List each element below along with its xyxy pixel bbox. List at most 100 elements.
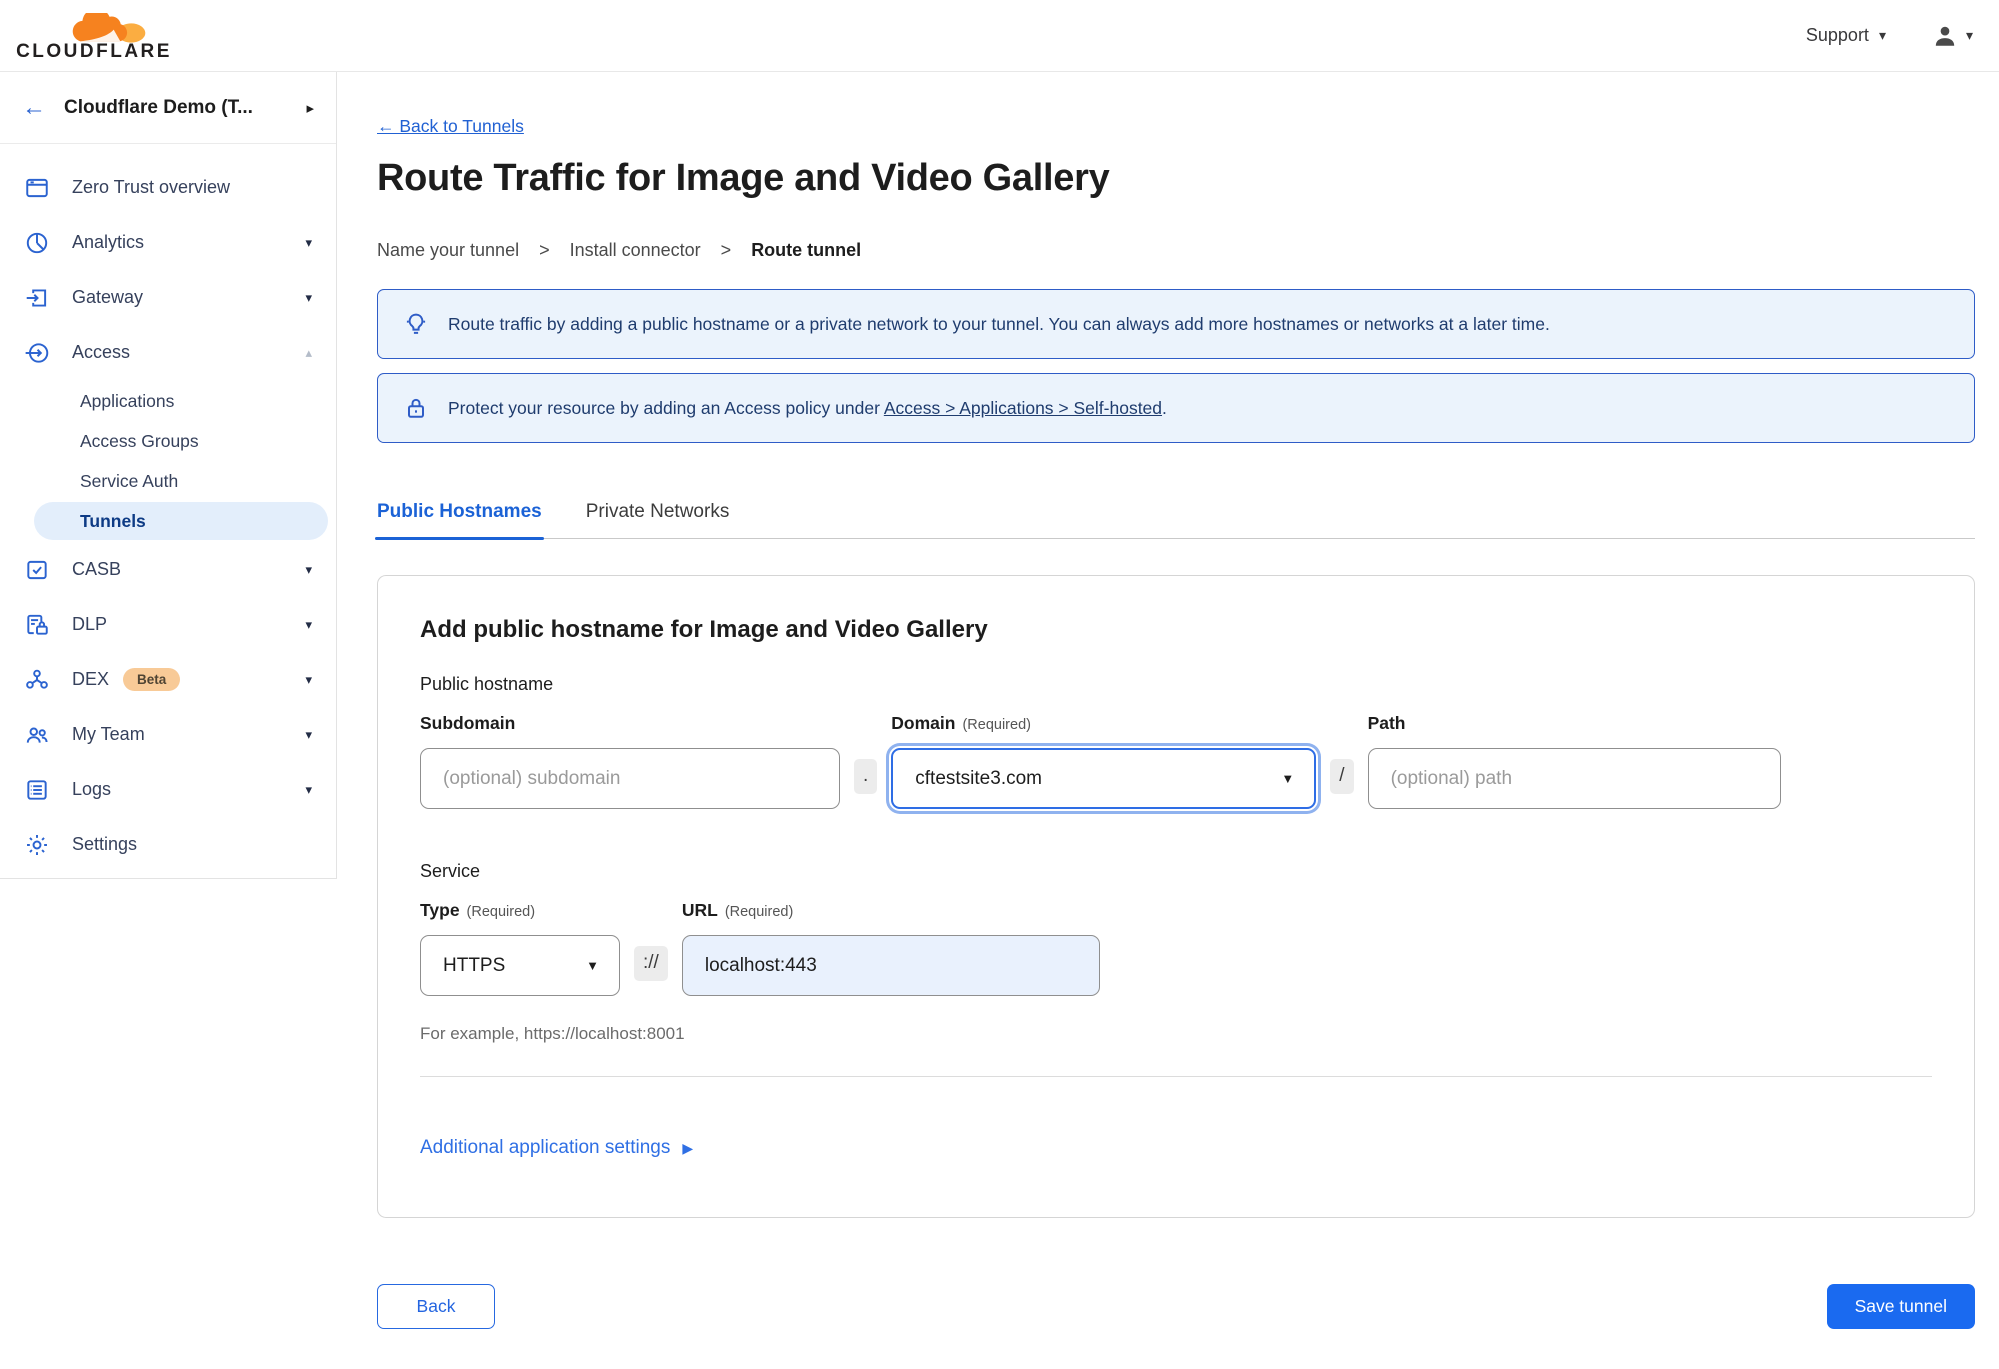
type-label: Type (Required) xyxy=(420,900,536,920)
sidebar-item-tunnels[interactable]: Tunnels xyxy=(34,502,328,540)
sidebar-item-dlp[interactable]: DLP ▾ xyxy=(0,597,336,652)
sidebar-item-label: CASB xyxy=(72,559,122,579)
sidebar-item-zero-trust-overview[interactable]: Zero Trust overview xyxy=(0,160,336,215)
step-name-your-tunnel[interactable]: Name your tunnel xyxy=(377,240,519,261)
sub-item-label: Service Auth xyxy=(80,470,179,491)
chevron-down-icon[interactable]: ▾ xyxy=(305,290,312,306)
document-lock-icon xyxy=(24,612,50,638)
sidebar-item-analytics[interactable]: Analytics ▾ xyxy=(0,215,336,270)
chevron-down-icon[interactable]: ▾ xyxy=(305,727,312,743)
sidebar-item-label: DEX xyxy=(72,669,110,689)
path-label: Path xyxy=(1367,713,1406,733)
required-hint: (Required) xyxy=(466,904,536,920)
sidebar-item-label: Logs xyxy=(72,779,112,799)
domain-selected-value: cftestsite3.com xyxy=(915,767,1042,789)
hostname-fields-row: Subdomain . Domain(Required) cftestsite3… xyxy=(420,713,1932,809)
gateway-icon xyxy=(24,285,50,311)
user-icon xyxy=(1935,26,1955,46)
sidebar-account-header: ← Cloudflare Demo (T... ▸ xyxy=(0,72,336,144)
cloudflare-wordmark: CLOUDFLARE xyxy=(16,40,172,62)
sidebar-item-settings[interactable]: Settings xyxy=(0,817,336,872)
public-hostname-card: Add public hostname for Image and Video … xyxy=(377,575,1975,1218)
domain-select[interactable]: cftestsite3.com ▼ xyxy=(891,748,1317,809)
breadcrumb: Name your tunnel > Install connector > R… xyxy=(377,240,1975,261)
sidebar-item-label: Access xyxy=(72,342,131,362)
sidebar-item-casb[interactable]: CASB ▾ xyxy=(0,542,336,597)
back-button[interactable]: Back xyxy=(377,1284,495,1329)
sub-item-label: Tunnels xyxy=(80,510,146,531)
account-menu[interactable]: ▾ xyxy=(1932,23,1973,49)
expand-caret-icon: ▶ xyxy=(682,1139,694,1156)
slash-separator: / xyxy=(1330,759,1354,794)
chevron-up-icon[interactable]: ▴ xyxy=(305,345,312,361)
banner-text: Route traffic by adding a public hostnam… xyxy=(448,313,1550,334)
subdomain-input[interactable] xyxy=(420,748,840,809)
sidebar-item-gateway[interactable]: Gateway ▾ xyxy=(0,270,336,325)
expand-right-icon[interactable]: ▸ xyxy=(306,99,314,117)
sub-item-label: Access Groups xyxy=(80,430,199,451)
additional-settings-toggle[interactable]: Additional application settings ▶ xyxy=(420,1137,693,1159)
chevron-down-icon[interactable]: ▾ xyxy=(305,562,312,578)
sidebar-item-logs[interactable]: Logs ▾ xyxy=(0,762,336,817)
account-name[interactable]: Cloudflare Demo (T... xyxy=(64,97,306,119)
access-policy-link[interactable]: Access > Applications > Self-hosted xyxy=(884,398,1162,418)
tab-public-hostnames[interactable]: Public Hostnames xyxy=(375,501,544,540)
top-bar: CLOUDFLARE Support ▾ ▾ xyxy=(0,0,1999,72)
type-select[interactable]: HTTPS ▼ xyxy=(420,935,620,996)
chevron-down-icon[interactable]: ▾ xyxy=(305,617,312,633)
save-tunnel-button[interactable]: Save tunnel xyxy=(1826,1284,1975,1329)
pie-chart-icon xyxy=(24,230,50,256)
sidebar-item-label: Gateway xyxy=(72,287,144,307)
back-to-tunnels-link[interactable]: ← Back to Tunnels xyxy=(377,116,524,137)
tab-bar: Public Hostnames Private Networks xyxy=(375,501,1975,540)
chevron-down-icon: ▾ xyxy=(1965,27,1973,43)
sidebar-item-label: Settings xyxy=(72,834,138,854)
sidebar-item-label: My Team xyxy=(72,724,145,744)
chevron-down-icon[interactable]: ▾ xyxy=(305,782,312,798)
url-example-hint: For example, https://localhost:8001 xyxy=(420,1024,685,1043)
sidebar-item-access[interactable]: Access ▴ xyxy=(0,325,336,380)
path-input[interactable] xyxy=(1367,748,1781,809)
sidebar-item-applications[interactable]: Applications xyxy=(0,382,336,420)
card-divider xyxy=(420,1076,1932,1077)
sidebar-item-dex[interactable]: DEX Beta ▾ xyxy=(0,652,336,707)
beta-badge: Beta xyxy=(123,668,181,691)
sidebar-item-my-team[interactable]: My Team ▾ xyxy=(0,707,336,762)
lock-icon xyxy=(402,394,430,422)
cloudflare-logo: CLOUDFLARE xyxy=(16,12,169,63)
subdomain-label: Subdomain xyxy=(420,713,516,733)
sub-item-label: Applications xyxy=(80,390,175,411)
url-input[interactable] xyxy=(681,935,1100,996)
info-banner-access-policy: Protect your resource by adding an Acces… xyxy=(377,373,1975,443)
sidebar-item-access-groups[interactable]: Access Groups xyxy=(0,422,336,460)
type-selected-value: HTTPS xyxy=(443,954,506,976)
logs-icon xyxy=(24,777,50,803)
lightbulb-icon xyxy=(402,310,430,338)
url-label: URL (Required) xyxy=(681,900,794,920)
support-menu[interactable]: Support ▾ xyxy=(1806,25,1886,46)
sidebar-item-label: Analytics xyxy=(72,232,145,252)
public-hostname-section-label: Public hostname xyxy=(420,674,554,694)
casb-icon xyxy=(24,557,50,583)
gear-icon xyxy=(24,832,50,858)
form-footer: Back Save tunnel xyxy=(377,1284,1975,1369)
dropdown-caret-icon: ▼ xyxy=(586,958,599,973)
required-hint: (Required) xyxy=(962,717,1031,733)
back-arrow-icon[interactable]: ← xyxy=(22,95,46,120)
banner-text: Protect your resource by adding an Acces… xyxy=(448,397,1167,418)
dropdown-caret-icon: ▼ xyxy=(1281,771,1295,786)
sidebar-item-service-auth[interactable]: Service Auth xyxy=(0,462,336,500)
step-install-connector[interactable]: Install connector xyxy=(570,240,701,261)
tab-private-networks[interactable]: Private Networks xyxy=(586,501,730,538)
chevron-down-icon[interactable]: ▾ xyxy=(305,235,312,251)
sidebar-item-label: DLP xyxy=(72,614,108,634)
chevron-down-icon[interactable]: ▾ xyxy=(305,672,312,688)
page-title: Route Traffic for Image and Video Galler… xyxy=(377,157,1110,199)
access-icon xyxy=(24,340,50,366)
main-content: ← Back to Tunnels Route Traffic for Imag… xyxy=(375,72,1975,1369)
dex-network-icon xyxy=(24,667,50,693)
service-section-label: Service xyxy=(420,861,481,881)
service-fields-row: Type (Required) HTTPS ▼ :// URL (Required) xyxy=(420,900,1932,996)
breadcrumb-separator: > xyxy=(539,240,550,260)
domain-label: Domain (Required) xyxy=(891,713,1031,733)
